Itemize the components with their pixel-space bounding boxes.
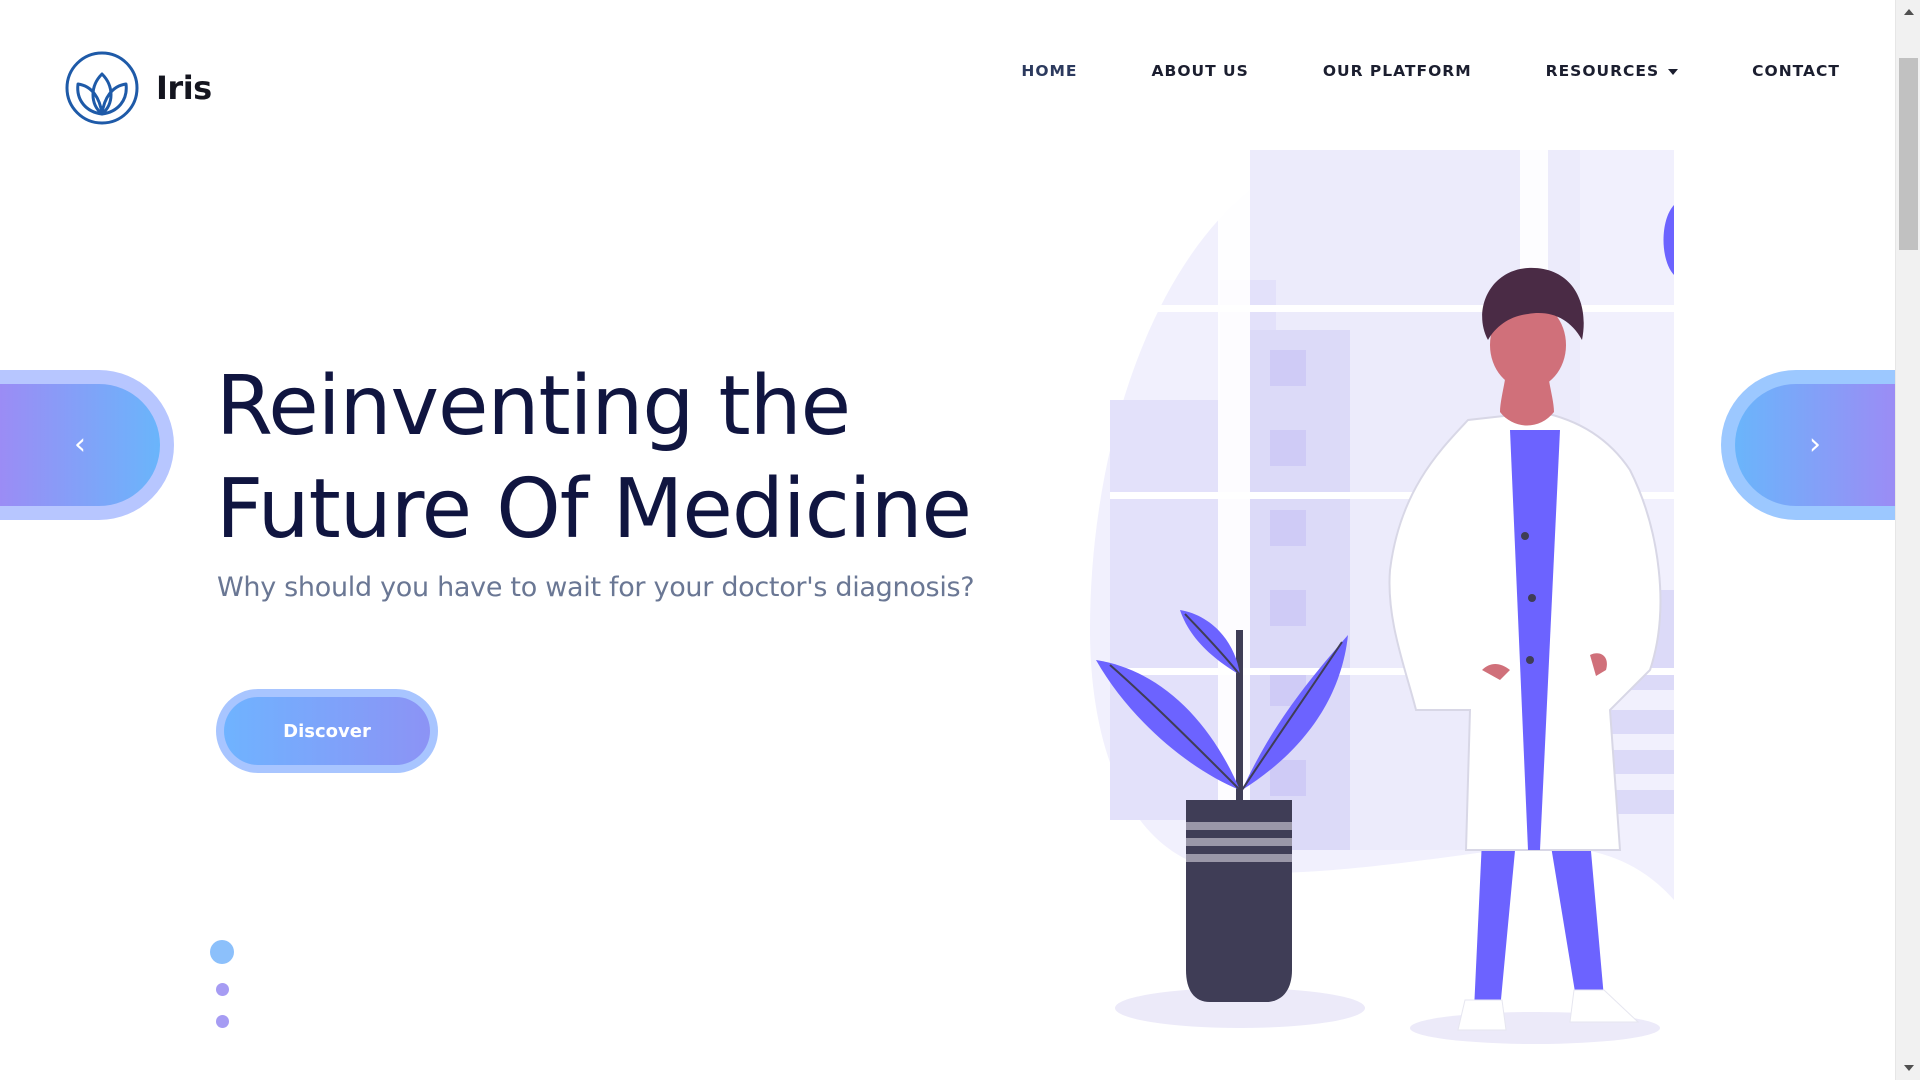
chevron-left-icon: ‹ bbox=[74, 427, 86, 462]
page: Iris HOME ABOUT US OUR PLATFORM RESOURCE… bbox=[0, 0, 1895, 1080]
nav-item-label: ABOUT US bbox=[1151, 62, 1249, 80]
scrollbar-thumb[interactable] bbox=[1899, 58, 1918, 250]
carousel-dot[interactable] bbox=[215, 983, 229, 996]
carousel-dot[interactable] bbox=[215, 1015, 229, 1028]
hero-title-line-1: Reinventing the bbox=[216, 359, 851, 454]
carousel-dot-active[interactable] bbox=[210, 940, 234, 964]
nav-item-label: RESOURCES bbox=[1545, 62, 1660, 80]
nav-item-label: OUR PLATFORM bbox=[1322, 62, 1472, 80]
doctor-with-plant-illustration bbox=[1070, 150, 1680, 1050]
nav-item-contact[interactable]: CONTACT bbox=[1752, 62, 1840, 80]
nav-item-label: HOME bbox=[1021, 62, 1078, 80]
lotus-icon bbox=[64, 50, 140, 126]
hero-title-line-2: Future Of Medicine bbox=[216, 462, 972, 557]
carousel-pagination bbox=[210, 940, 234, 1028]
scroll-down-icon[interactable] bbox=[1896, 1058, 1920, 1078]
chevron-right-icon: › bbox=[1809, 427, 1821, 462]
main-nav: HOME ABOUT US OUR PLATFORM RESOURCES CON… bbox=[947, 62, 1840, 80]
caret-down-icon bbox=[1668, 68, 1679, 75]
brand-logo-link[interactable]: Iris bbox=[64, 50, 212, 126]
discover-button[interactable]: Discover bbox=[216, 689, 438, 773]
brand-name: Iris bbox=[156, 69, 212, 107]
nav-item-label: CONTACT bbox=[1752, 62, 1840, 80]
hero-title: Reinventing the Future Of Medicine bbox=[216, 355, 972, 561]
vertical-scrollbar[interactable] bbox=[1895, 0, 1920, 1080]
carousel-next-button[interactable]: › bbox=[1721, 370, 1895, 520]
discover-button-label: Discover bbox=[224, 697, 430, 765]
hero-subtitle: Why should you have to wait for your doc… bbox=[217, 572, 975, 603]
nav-item-home[interactable]: HOME bbox=[1021, 62, 1077, 80]
scroll-up-icon[interactable] bbox=[1896, 2, 1920, 22]
carousel-prev-button[interactable]: ‹ bbox=[0, 370, 174, 520]
nav-item-our-platform[interactable]: OUR PLATFORM bbox=[1323, 62, 1472, 80]
nav-item-about-us[interactable]: ABOUT US bbox=[1152, 62, 1249, 80]
nav-item-resources[interactable]: RESOURCES bbox=[1546, 62, 1679, 80]
